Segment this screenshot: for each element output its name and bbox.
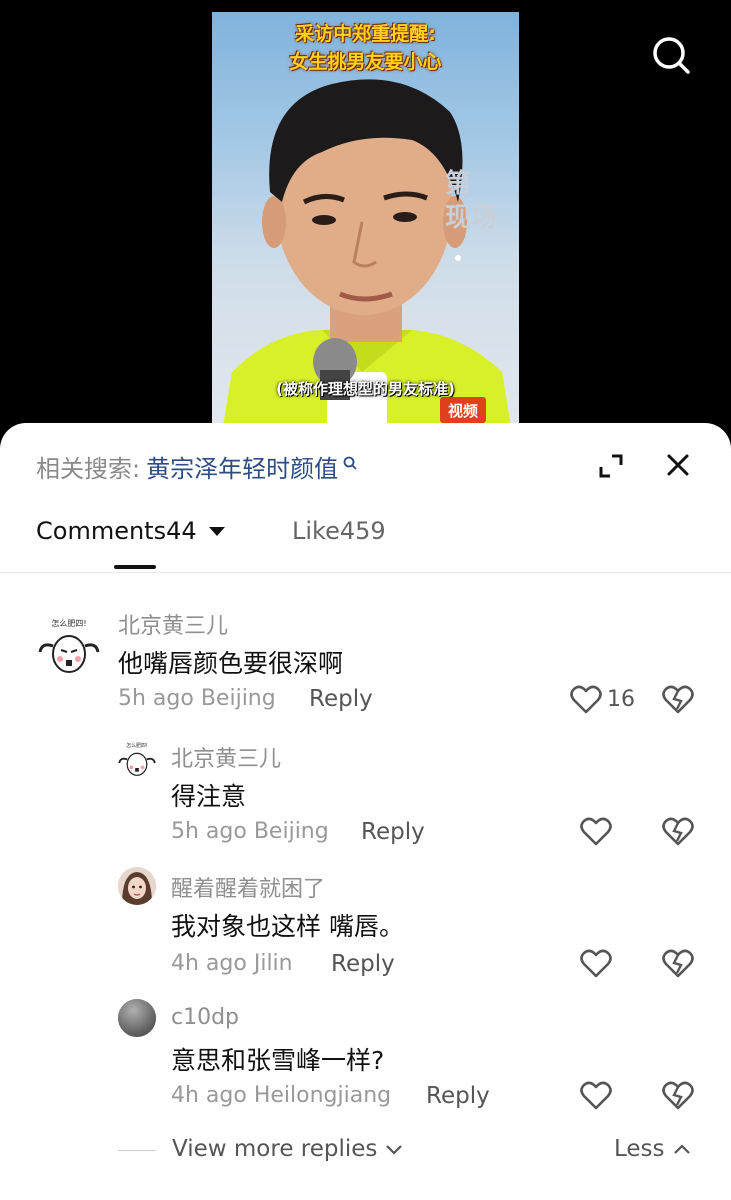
tab-comments[interactable]: Comments44: [36, 517, 225, 545]
tab-active-indicator: [114, 565, 156, 569]
reply-button[interactable]: Reply: [426, 1083, 490, 1109]
like-count: 16: [607, 687, 635, 712]
video-caption-top: 采访中郑重提醒: 女生挑男友要小心: [289, 23, 442, 73]
comment-meta: 4h ago Heilongjiang: [171, 1083, 392, 1108]
tab-comments-label: Comments44: [36, 517, 197, 545]
comment-username[interactable]: 醒着醒着就困了: [171, 871, 325, 903]
comment-username[interactable]: c10dp: [171, 1005, 239, 1030]
reply-item: c10dp 意思和张雪峰一样? 4h ago Heilongjiang Repl…: [0, 999, 731, 1129]
search-icon[interactable]: [650, 34, 692, 76]
reply-button[interactable]: Reply: [309, 686, 373, 712]
related-search[interactable]: 相关搜索: 黄宗泽年轻时颜值: [36, 449, 358, 484]
comment-item: 怎么肥四! 北京黄三儿 他嘴唇颜色要很深啊 5h ago Beijing Rep…: [0, 600, 731, 730]
comment-tabs: Comments44 Like459: [0, 511, 731, 573]
less-label: Less: [614, 1136, 665, 1162]
comment-text: 得注意: [171, 782, 247, 811]
broken-heart-icon[interactable]: [662, 685, 694, 715]
replies-controls: View more replies Less: [0, 1130, 731, 1170]
comment-username[interactable]: 北京黄三儿: [118, 608, 228, 640]
small-search-icon: [343, 456, 357, 470]
svg-text:怎么肥四!: 怎么肥四!: [51, 618, 86, 628]
chevron-down-icon: [386, 1145, 403, 1155]
comment-meta: 4h ago Jilin: [171, 951, 293, 976]
video-background-text: 第 现场: [445, 169, 498, 233]
comment-text: 我对象也这样 嘴唇。: [171, 912, 404, 941]
related-search-keyword[interactable]: 黄宗泽年轻时颜值: [146, 449, 338, 484]
comment-text: 意思和张雪峰一样?: [171, 1046, 385, 1075]
chevron-up-icon: [673, 1144, 690, 1154]
heart-icon[interactable]: [580, 1081, 612, 1111]
avatar[interactable]: 怎么肥四!: [38, 616, 100, 678]
video-player[interactable]: 视频 第 现场 采访中郑重提醒: 女生挑男友要小心 (被称作理想型的男友标准): [0, 0, 731, 440]
broken-heart-icon[interactable]: [662, 817, 694, 847]
heart-icon[interactable]: [580, 949, 612, 979]
video-frame[interactable]: 视频 第 现场 采访中郑重提醒: 女生挑男友要小心 (被称作理想型的男友标准): [212, 12, 519, 432]
broken-heart-icon[interactable]: [662, 949, 694, 979]
close-icon[interactable]: [664, 451, 692, 479]
avatar[interactable]: [118, 999, 156, 1037]
broken-heart-icon[interactable]: [662, 1081, 694, 1111]
comment-username[interactable]: 北京黄三儿: [171, 741, 281, 773]
view-more-replies-button[interactable]: View more replies: [172, 1136, 403, 1162]
tab-like[interactable]: Like459: [292, 517, 386, 545]
reply-button[interactable]: Reply: [331, 951, 395, 977]
view-more-label: View more replies: [172, 1136, 378, 1162]
video-subtitle: (被称作理想型的男友标准): [276, 380, 455, 398]
heart-icon[interactable]: [570, 685, 602, 715]
reply-item: 醒着醒着就困了 我对象也这样 嘴唇。 4h ago Jilin Reply: [0, 867, 731, 997]
svg-text:视频: 视频: [448, 402, 478, 420]
caret-down-icon: [208, 526, 225, 536]
comment-meta: 5h ago Beijing: [118, 686, 276, 711]
comment-meta: 5h ago Beijing: [171, 819, 329, 844]
divider: [118, 1150, 156, 1151]
reply-item: 怎么肥四! 北京黄三儿 得注意 5h ago Beijing Reply: [0, 735, 731, 865]
reply-button[interactable]: Reply: [361, 819, 425, 845]
expand-icon[interactable]: [598, 453, 624, 479]
comment-text: 他嘴唇颜色要很深啊: [118, 649, 344, 678]
related-search-label: 相关搜索:: [36, 455, 141, 483]
avatar[interactable]: [118, 867, 156, 905]
less-button[interactable]: Less: [614, 1136, 691, 1162]
heart-icon[interactable]: [580, 817, 612, 847]
avatar[interactable]: 怎么肥四!: [118, 741, 156, 779]
svg-text:怎么肥四!: 怎么肥四!: [126, 742, 148, 749]
